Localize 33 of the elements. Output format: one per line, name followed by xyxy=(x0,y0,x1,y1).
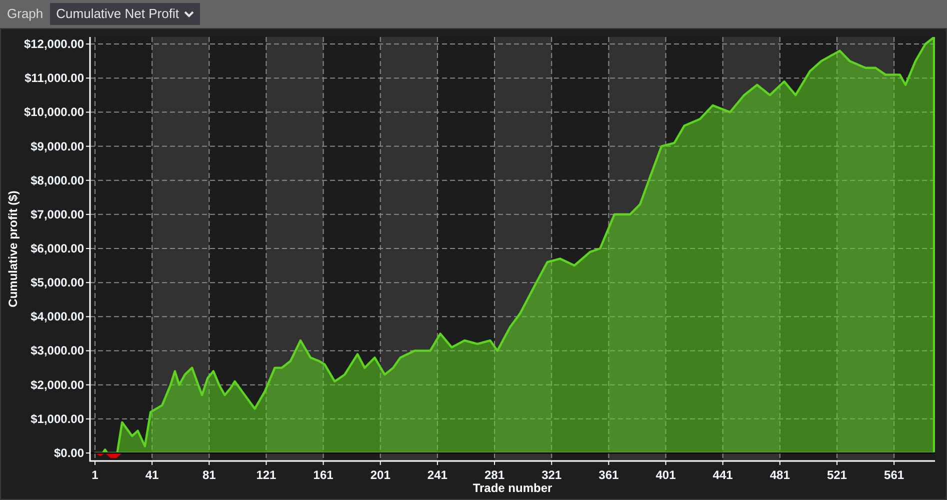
y-tick-label: $6,000.00 xyxy=(30,242,84,256)
x-tick-label: 121 xyxy=(256,468,276,482)
y-tick-label: $9,000.00 xyxy=(30,139,84,154)
x-tick-label: 81 xyxy=(202,468,216,482)
y-tick-label: $10,000.00 xyxy=(24,105,84,120)
x-tick-label: 201 xyxy=(370,468,390,482)
y-tick-label: $2,000.00 xyxy=(30,378,84,392)
x-tick-label: 361 xyxy=(598,468,619,482)
x-tick-label: 161 xyxy=(313,468,334,482)
x-tick-label: 401 xyxy=(656,468,676,482)
y-tick-label: $11,000.00 xyxy=(24,71,84,86)
y-tick-label: $12,000.00 xyxy=(24,37,84,52)
graph-type-dropdown[interactable]: Cumulative Net Profit xyxy=(50,3,200,25)
y-tick-label: $8,000.00 xyxy=(30,173,84,188)
x-tick-label: 521 xyxy=(826,468,847,482)
y-tick-label: $0.00 xyxy=(54,446,84,460)
x-axis-title: Trade number xyxy=(472,481,552,495)
x-tick-label: 321 xyxy=(542,468,562,482)
graph-label: Graph xyxy=(7,5,44,24)
y-tick-label: $4,000.00 xyxy=(30,310,84,324)
x-tick-label: 561 xyxy=(884,468,904,482)
x-tick-label: 441 xyxy=(712,468,733,482)
y-tick-label: $3,000.00 xyxy=(30,344,84,358)
x-tick-label: 481 xyxy=(770,468,790,482)
y-tick-label: $1,000.00 xyxy=(30,412,84,426)
chevron-down-icon xyxy=(184,10,194,18)
y-axis-title: Cumulative profit ($) xyxy=(6,190,20,308)
y-tick-label: $5,000.00 xyxy=(30,276,84,290)
y-tick-label: $7,000.00 xyxy=(30,207,84,222)
x-tick-label: 281 xyxy=(484,468,505,482)
x-tick-label: 241 xyxy=(427,468,448,482)
x-tick-label: 1 xyxy=(92,468,98,482)
x-tick-label: 41 xyxy=(145,468,159,482)
